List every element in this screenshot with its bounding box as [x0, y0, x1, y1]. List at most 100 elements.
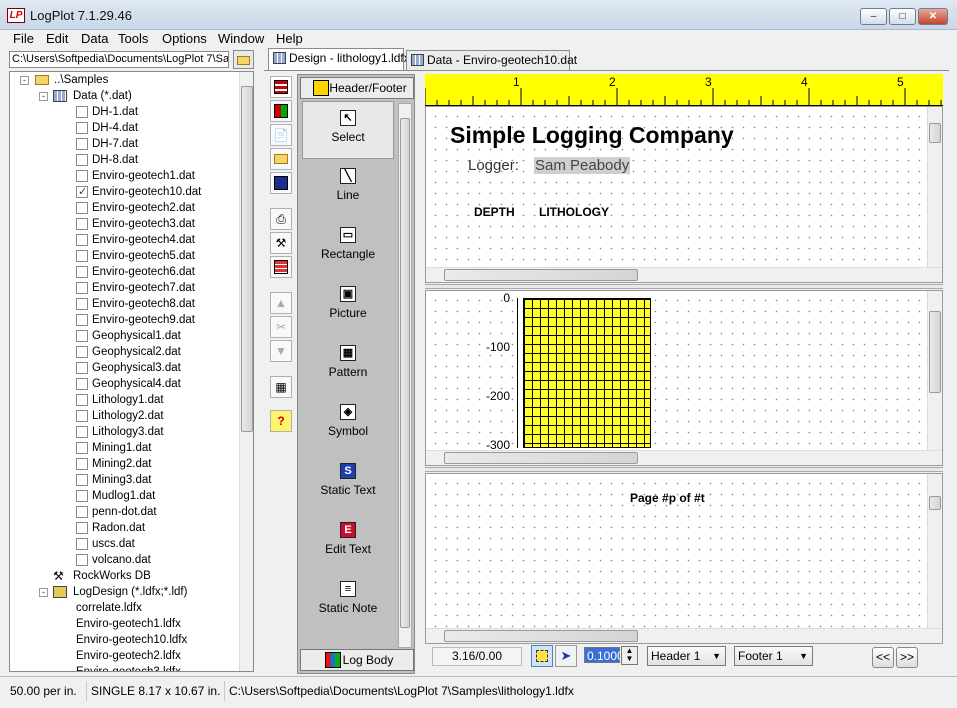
footer-hscrollbar[interactable] [426, 628, 942, 643]
tool-static-note[interactable]: ≡ Static Note [302, 573, 394, 631]
brick-pattern-icon[interactable] [270, 256, 292, 278]
tool-line[interactable]: ╲ Line [302, 160, 394, 218]
grid-spacing-input[interactable]: 0.1000 [584, 647, 624, 663]
collapse-icon[interactable]: - [20, 76, 29, 85]
tab-data[interactable]: Data - Enviro-geotech10.dat [406, 50, 577, 70]
file-checkbox[interactable] [76, 266, 88, 278]
body-scroll-thumb[interactable] [929, 311, 941, 393]
file-checkbox[interactable] [76, 282, 88, 294]
browse-folder-button[interactable] [233, 50, 254, 69]
pane-splitter[interactable] [425, 284, 943, 289]
tool-pattern[interactable]: ▦ Pattern [302, 337, 394, 395]
tool-rectangle[interactable]: ▭ Rectangle [302, 219, 394, 277]
next-page-button[interactable]: >> [896, 647, 918, 668]
save-disk-icon[interactable] [270, 172, 292, 194]
menu-help[interactable]: Help [276, 31, 303, 46]
pick-icon[interactable]: ⚒ [270, 232, 292, 254]
tree-scroll-thumb[interactable] [241, 86, 253, 432]
menu-options[interactable]: Options [162, 31, 207, 46]
file-checkbox[interactable] [76, 394, 88, 406]
body-scrollbar[interactable] [927, 291, 942, 450]
tree-design-file[interactable]: Enviro-geotech10.ldfx [76, 632, 187, 648]
prev-page-button[interactable]: << [872, 647, 894, 668]
menu-window[interactable]: Window [218, 31, 264, 46]
footer-hscroll-thumb[interactable] [444, 630, 638, 642]
file-tree[interactable]: - ..\Samples - Data (*.dat) DH-1.dat DH-4… [9, 71, 254, 672]
body-hscrollbar[interactable] [426, 450, 942, 465]
log-body-button[interactable]: Log Body [300, 649, 414, 671]
file-checkbox[interactable] [76, 474, 88, 486]
tree-design-file[interactable]: Enviro-geotech3.ldfx [76, 664, 181, 671]
tool-symbol[interactable]: ◈ Symbol [302, 396, 394, 454]
file-checkbox[interactable] [76, 362, 88, 374]
help-icon[interactable]: ? [270, 410, 292, 432]
file-checkbox[interactable] [76, 234, 88, 246]
tool-select[interactable]: ↖ Select [302, 101, 394, 159]
file-checkbox[interactable] [76, 202, 88, 214]
minimize-button[interactable]: – [860, 8, 887, 25]
depth-column-header[interactable]: DEPTH [474, 205, 515, 219]
header-scroll-thumb[interactable] [929, 123, 941, 143]
header-scrollbar[interactable] [927, 107, 942, 267]
calendar-icon[interactable]: ▦ [270, 376, 292, 398]
footer-scroll-thumb[interactable] [929, 496, 941, 510]
folder-path-input[interactable]: C:\Users\Softpedia\Documents\LogPlot 7\S… [9, 51, 229, 68]
collapse-icon[interactable]: - [39, 588, 48, 597]
file-checkbox[interactable] [76, 250, 88, 262]
lithology-pattern-column[interactable] [523, 298, 651, 448]
file-checkbox[interactable] [76, 154, 88, 166]
file-checkbox[interactable] [76, 410, 88, 422]
header-hscrollbar[interactable] [426, 267, 942, 282]
tool-edit-text[interactable]: E Edit Text [302, 514, 394, 572]
collapse-icon[interactable]: - [39, 92, 48, 101]
file-checkbox[interactable] [76, 218, 88, 230]
log-body-icon[interactable] [270, 76, 292, 98]
file-checkbox[interactable] [76, 426, 88, 438]
file-checkbox[interactable] [76, 538, 88, 550]
logger-value[interactable]: Sam Peabody [534, 157, 631, 174]
properties-icon[interactable] [270, 100, 292, 122]
tab-design[interactable]: Design - lithology1.ldfx [268, 48, 410, 70]
print-icon[interactable]: ⎙ [270, 208, 292, 230]
file-checkbox[interactable] [76, 330, 88, 342]
open-folder-icon[interactable] [270, 148, 292, 170]
maximize-button[interactable]: □ [889, 8, 916, 25]
file-checkbox[interactable] [76, 170, 88, 182]
file-checkbox[interactable] [76, 122, 88, 134]
tree-design-file[interactable]: Enviro-geotech2.ldfx [76, 648, 181, 664]
arrow-right-icon[interactable]: ➤ [555, 645, 577, 667]
file-checkbox[interactable] [76, 106, 88, 118]
paste-icon[interactable]: ▼ [270, 340, 292, 362]
lithology-column-header[interactable]: LITHOLOGY [539, 205, 609, 219]
file-checkbox[interactable] [76, 490, 88, 502]
new-file-icon[interactable]: 📄 [270, 124, 292, 146]
menu-data[interactable]: Data [81, 31, 108, 46]
header-select[interactable]: Header 1 ▼ [647, 646, 726, 666]
pane-splitter[interactable] [425, 467, 943, 472]
file-checkbox[interactable] [76, 298, 88, 310]
tool-picture[interactable]: ▣ Picture [302, 278, 394, 336]
palette-scroll-thumb[interactable] [400, 118, 410, 628]
logger-label[interactable]: Logger: [468, 157, 519, 174]
company-title[interactable]: Simple Logging Company [450, 122, 734, 149]
stamp-icon[interactable]: ▲ [270, 292, 292, 314]
file-checkbox[interactable] [76, 314, 88, 326]
tool-static-text[interactable]: S Static Text [302, 455, 394, 513]
file-checkbox[interactable] [76, 138, 88, 150]
file-checkbox[interactable] [76, 346, 88, 358]
spacing-spinner[interactable]: ▲ ▼ [621, 646, 638, 665]
file-checkbox[interactable] [76, 184, 88, 200]
page-number-text[interactable]: Page #p of #t [630, 491, 705, 505]
footer-scrollbar[interactable] [927, 474, 942, 628]
close-button[interactable]: ✕ [918, 8, 948, 25]
file-checkbox[interactable] [76, 378, 88, 390]
cut-icon[interactable]: ✂ [270, 316, 292, 338]
menu-file[interactable]: File [13, 31, 34, 46]
tree-scrollbar[interactable] [239, 72, 253, 671]
palette-scrollbar[interactable] [398, 103, 412, 648]
tree-design-file[interactable]: Enviro-geotech1.ldfx [76, 616, 181, 632]
file-checkbox[interactable] [76, 554, 88, 566]
footer-select[interactable]: Footer 1 ▼ [734, 646, 813, 666]
log-body-pane[interactable]: 0 -100 -200 -300 [425, 290, 943, 466]
tree-design-file[interactable]: correlate.ldfx [76, 600, 142, 616]
